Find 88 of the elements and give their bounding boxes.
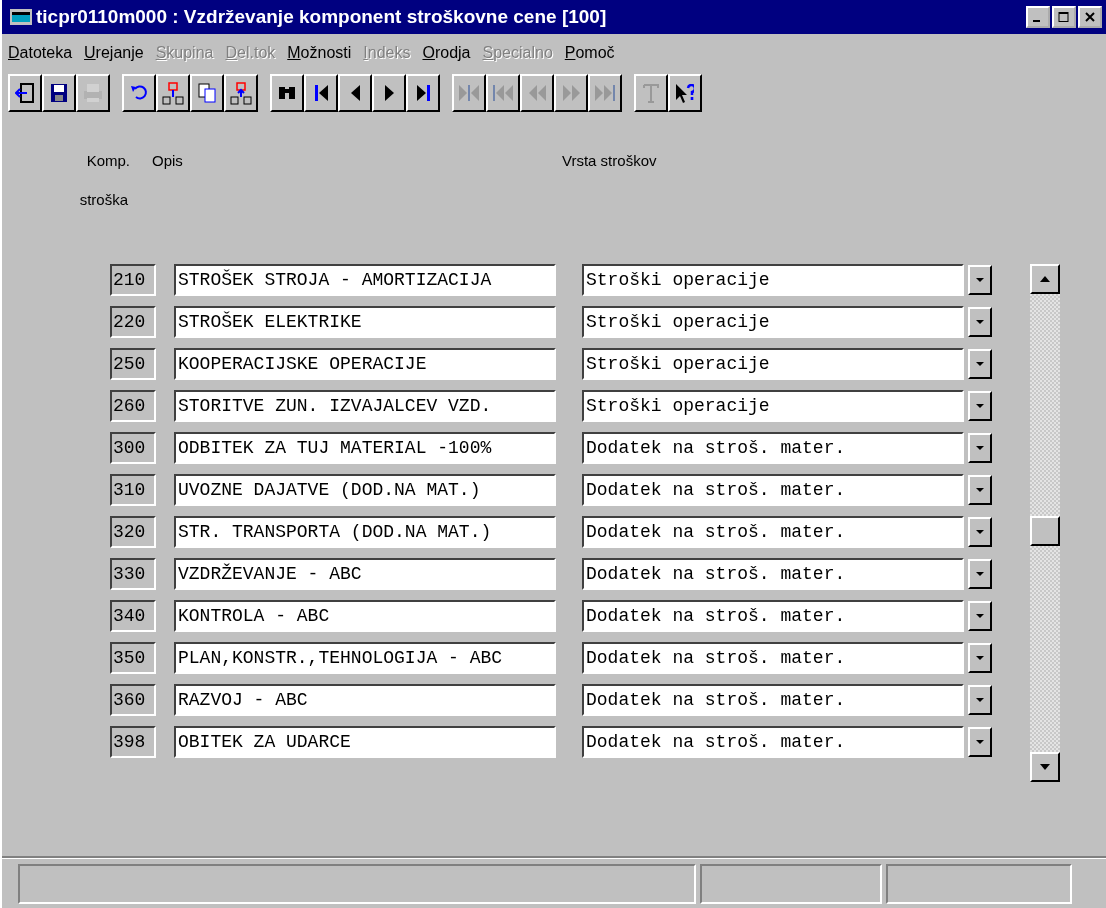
caret-icon <box>975 319 985 325</box>
description-field[interactable]: KOOPERACIJSKE OPERACIJE <box>174 348 556 380</box>
prev-group-icon <box>528 85 546 101</box>
code-field: 220 <box>110 306 156 338</box>
up-arrow-icon <box>1039 275 1051 283</box>
close-icon <box>1084 12 1096 22</box>
toolbar-button[interactable] <box>270 74 304 112</box>
description-field[interactable]: OBITEK ZA UDARCE <box>174 726 556 758</box>
code-field: 300 <box>110 432 156 464</box>
last-icon <box>416 85 430 101</box>
code-field: 360 <box>110 684 156 716</box>
toolbar-button[interactable] <box>372 74 406 112</box>
menu-item[interactable]: Možnosti <box>287 44 352 62</box>
toolbar-button[interactable] <box>224 74 258 112</box>
print-icon <box>84 84 102 102</box>
undo-icon <box>130 84 148 102</box>
maximize-icon <box>1058 12 1070 22</box>
exit-icon <box>15 83 35 103</box>
menu-item[interactable]: Pomoč <box>564 44 615 62</box>
toolbar-button[interactable] <box>668 74 702 112</box>
code-field: 330 <box>110 558 156 590</box>
last-group-icon <box>595 85 615 101</box>
prev-icon <box>350 85 360 101</box>
caret-icon <box>975 613 985 619</box>
description-field[interactable]: STR. TRANSPORTA (DOD.NA MAT.) <box>174 516 556 548</box>
menu-item[interactable]: Urejanje <box>84 44 144 62</box>
text-icon <box>643 83 659 103</box>
description-field[interactable]: UVOZNE DAJATVE (DOD.NA MAT.) <box>174 474 556 506</box>
code-field: 350 <box>110 642 156 674</box>
code-field: 260 <box>110 390 156 422</box>
caret-icon <box>975 445 985 451</box>
description-field[interactable]: STORITVE ZUN. IZVAJALCEV VZD. <box>174 390 556 422</box>
menu-item[interactable]: Datoteka <box>8 44 73 62</box>
caret-icon <box>975 529 985 535</box>
app-icon <box>10 9 32 25</box>
code-field: 398 <box>110 726 156 758</box>
caret-icon <box>975 739 985 745</box>
caret-icon <box>975 571 985 577</box>
close-button[interactable] <box>1078 6 1102 28</box>
down-arrow-icon <box>1039 763 1051 771</box>
toolbar-button[interactable] <box>338 74 372 112</box>
save-icon <box>51 84 67 102</box>
toolbar-button[interactable] <box>42 74 76 112</box>
toolbar-button[interactable] <box>8 74 42 112</box>
code-field: 210 <box>110 264 156 296</box>
column-label: Vrsta stroškov <box>562 152 657 169</box>
caret-icon <box>975 655 985 661</box>
caret-icon <box>975 697 985 703</box>
insert-above-icon <box>230 81 252 105</box>
code-field: 340 <box>110 600 156 632</box>
code-field: 310 <box>110 474 156 506</box>
minimize-icon <box>1033 20 1040 22</box>
find-icon <box>279 87 295 99</box>
scrollbar-thumb[interactable] <box>1030 516 1060 546</box>
sync-icon <box>459 85 479 101</box>
toolbar-button[interactable] <box>190 74 224 112</box>
caret-icon <box>975 487 985 493</box>
toolbar-button[interactable] <box>304 74 338 112</box>
minimize-button[interactable] <box>1026 6 1050 28</box>
description-field[interactable]: KONTROLA - ABC <box>174 600 556 632</box>
description-field[interactable]: RAZVOJ - ABC <box>174 684 556 716</box>
description-field[interactable]: PLAN,KONSTR.,TEHNOLOGIJA - ABC <box>174 642 556 674</box>
copy-icon <box>198 83 216 103</box>
code-field: 320 <box>110 516 156 548</box>
toolbar-button[interactable] <box>156 74 190 112</box>
toolbar-button[interactable] <box>122 74 156 112</box>
column-label: Opis <box>152 152 184 169</box>
first-group-icon <box>493 85 513 101</box>
help-icon <box>676 83 694 103</box>
description-field[interactable]: STROŠEK ELEKTRIKE <box>174 306 556 338</box>
maximize-button[interactable] <box>1052 6 1076 28</box>
first-icon <box>314 85 328 101</box>
code-field: 250 <box>110 348 156 380</box>
insert-below-icon <box>162 81 184 105</box>
caret-icon <box>975 403 985 409</box>
description-field[interactable]: STROŠEK STROJA - AMORTIZACIJA <box>174 264 556 296</box>
caret-icon <box>975 277 985 283</box>
caret-icon <box>975 361 985 367</box>
next-group-icon <box>562 85 580 101</box>
description-field[interactable]: VZDRŽEVANJE - ABC <box>174 558 556 590</box>
description-field[interactable]: ODBITEK ZA TUJ MATERIAL -100% <box>174 432 556 464</box>
next-icon <box>384 85 394 101</box>
window-title: ticpr0110m000 : Vzdrževanje komponent stroškovne cene [100] <box>36 6 608 28</box>
column-label: Komp. <box>86 152 130 169</box>
scrollbar[interactable] <box>1030 264 1060 782</box>
toolbar-button[interactable] <box>406 74 440 112</box>
column-label: stroška <box>79 191 128 208</box>
menu-item[interactable]: Orodja <box>422 44 471 62</box>
